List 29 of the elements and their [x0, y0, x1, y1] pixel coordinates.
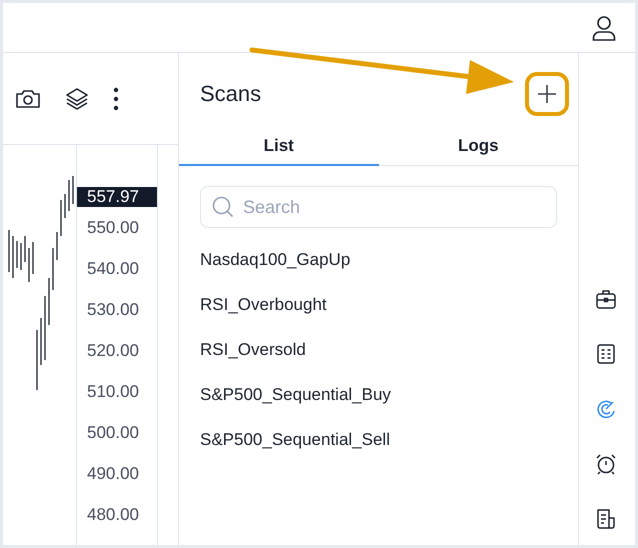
more-icon[interactable] [113, 86, 119, 110]
price-label: 520.00 [86, 341, 140, 362]
camera-icon[interactable] [15, 88, 41, 110]
scan-item[interactable]: Nasdaq100_GapUp [200, 250, 557, 295]
tab[interactable]: Logs [378, 135, 578, 166]
scan-item[interactable]: S&P500_Sequential_Sell [200, 430, 557, 475]
search-field[interactable]: Search [200, 186, 557, 228]
price-label: 550.00 [86, 218, 140, 239]
price-label: 490.00 [86, 464, 140, 485]
tab[interactable]: List [179, 135, 378, 166]
user-icon[interactable] [592, 14, 616, 40]
scan-item[interactable]: S&P500_Sequential_Buy [200, 385, 557, 430]
briefcase-icon[interactable] [594, 288, 616, 310]
scan-item[interactable]: RSI_Overbought [200, 295, 557, 340]
last-price-tag: 557.97 [77, 187, 157, 207]
price-label: 510.00 [86, 382, 140, 403]
price-label: 480.00 [86, 505, 140, 526]
price-label: 530.00 [86, 300, 140, 321]
layers-icon[interactable] [65, 86, 89, 110]
price-label: 500.00 [86, 423, 140, 444]
alarm-clock-icon[interactable] [594, 453, 616, 475]
add-button[interactable] [525, 72, 569, 116]
table-icon[interactable] [594, 343, 616, 365]
panel-title: Scans [200, 81, 262, 107]
scanner-icon[interactable] [594, 398, 616, 420]
price-label: 540.00 [86, 259, 140, 280]
scan-item[interactable]: RSI_Oversold [200, 340, 557, 385]
plus-icon [537, 84, 557, 104]
newspaper-icon[interactable] [594, 508, 616, 530]
